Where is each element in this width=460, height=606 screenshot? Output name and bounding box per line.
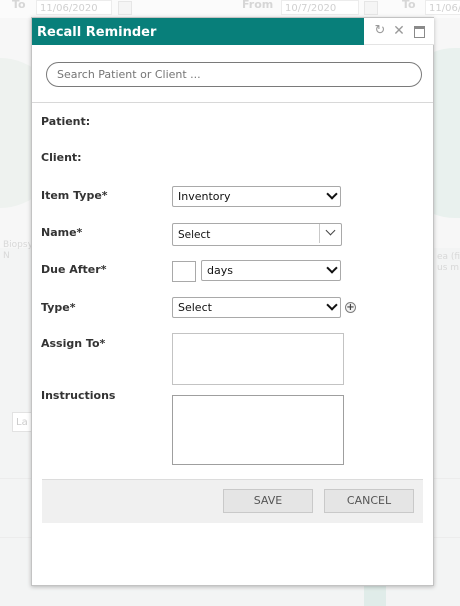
chevron-down-icon bbox=[325, 225, 336, 236]
due-after-number-input[interactable] bbox=[172, 261, 196, 282]
type-value: Select bbox=[178, 301, 212, 314]
dialog-title: Recall Reminder bbox=[32, 18, 364, 45]
instructions-label: Instructions bbox=[41, 389, 116, 402]
background-to-label: To bbox=[12, 0, 26, 11]
recall-reminder-dialog: Recall Reminder ↻ ✕ Patient: Client: Ite… bbox=[31, 17, 434, 586]
due-after-unit-select[interactable]: days bbox=[201, 260, 341, 281]
instructions-textarea[interactable] bbox=[172, 395, 344, 465]
item-type-value: Inventory bbox=[178, 190, 231, 203]
background-chart-label: ea (fir us m bbox=[437, 252, 460, 273]
calendar-icon bbox=[364, 1, 378, 15]
patient-label: Patient: bbox=[41, 115, 91, 128]
background-chart-label: Biopsy N bbox=[3, 240, 33, 261]
save-button[interactable]: SAVE bbox=[223, 489, 313, 513]
client-label: Client: bbox=[41, 151, 82, 164]
item-type-select[interactable]: Inventory bbox=[172, 186, 341, 207]
calendar-icon bbox=[118, 1, 132, 15]
refresh-icon[interactable]: ↻ bbox=[373, 24, 387, 38]
chevron-down-icon bbox=[326, 299, 338, 311]
background-to-label: To bbox=[402, 0, 416, 11]
chevron-down-icon bbox=[326, 188, 338, 200]
type-select[interactable]: Select bbox=[172, 297, 341, 318]
dialog-footer: SAVE CANCEL bbox=[42, 479, 423, 523]
background-date-field: 10/7/2020 bbox=[281, 0, 359, 15]
background-date-field: 11/06/ bbox=[425, 0, 460, 15]
maximize-icon[interactable] bbox=[414, 26, 425, 38]
type-label: Type* bbox=[41, 301, 76, 314]
search-area bbox=[32, 45, 433, 103]
background-date-field: 11/06/2020 bbox=[36, 0, 112, 15]
name-select[interactable]: Select bbox=[172, 223, 342, 246]
name-label: Name* bbox=[41, 226, 83, 239]
assign-to-field[interactable] bbox=[172, 333, 344, 385]
background-from-label: From bbox=[242, 0, 274, 11]
due-after-label: Due After* bbox=[41, 263, 107, 276]
assign-to-label: Assign To* bbox=[41, 337, 106, 350]
name-value: Select bbox=[178, 229, 211, 241]
add-type-icon[interactable]: + bbox=[345, 302, 356, 313]
close-icon[interactable]: ✕ bbox=[392, 24, 406, 38]
cancel-button[interactable]: CANCEL bbox=[324, 489, 414, 513]
chevron-down-icon bbox=[326, 262, 338, 274]
due-after-unit-value: days bbox=[207, 264, 233, 277]
item-type-label: Item Type* bbox=[41, 189, 108, 202]
dialog-toolbar: ↻ ✕ bbox=[364, 18, 434, 45]
search-patient-client-input[interactable] bbox=[46, 62, 422, 87]
